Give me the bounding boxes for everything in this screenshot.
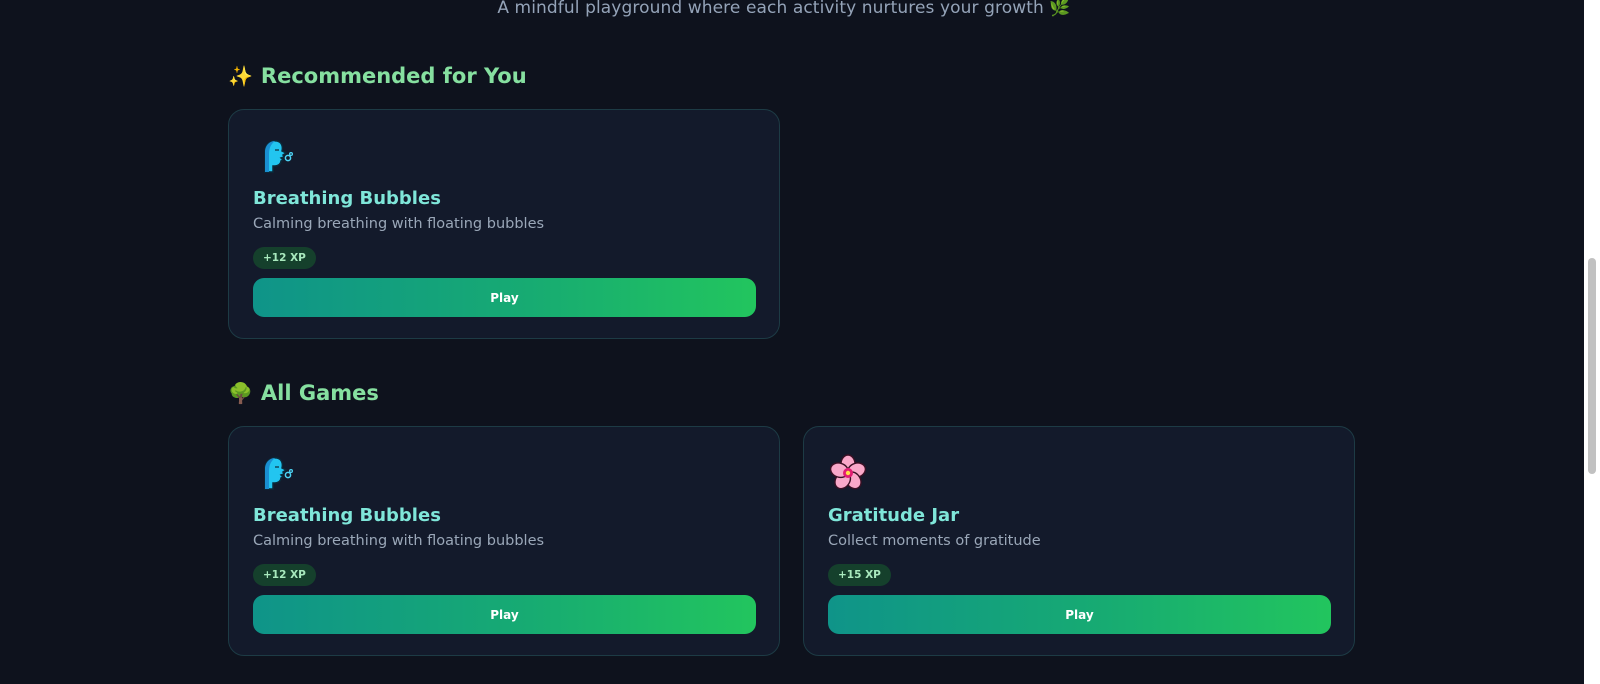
xp-badge: +15 XP [828,564,891,586]
all-games-title: All Games [260,381,379,405]
play-button[interactable]: Play [253,595,756,634]
recommended-title: Recommended for You [260,64,527,88]
person-blowing-icon [253,453,293,493]
scrollbar[interactable] [1584,0,1600,684]
game-card-breathing-bubbles: Breathing Bubbles Calming breathing with… [228,426,780,656]
game-description: Collect moments of gratitude [828,533,1041,549]
tree-icon: 🌳 [228,381,253,405]
game-card-gratitude-jar: Gratitude Jar Collect moments of gratitu… [803,426,1355,656]
xp-badge: +12 XP [253,247,316,269]
game-description: Calming breathing with floating bubbles [253,533,545,549]
game-card-breathing-bubbles-recommended: Breathing Bubbles Calming breathing with… [228,109,780,339]
game-title: Gratitude Jar [828,505,960,526]
game-title: Breathing Bubbles [253,188,441,209]
game-title: Breathing Bubbles [253,505,441,526]
person-blowing-icon [253,136,293,176]
sparkles-icon: ✨ [228,64,253,88]
game-description: Calming breathing with floating bubbles [253,216,545,232]
page: A mindful playground where each activity… [0,0,1600,684]
scrollbar-thumb[interactable] [1588,258,1596,474]
play-button[interactable]: Play [828,595,1331,634]
cherry-blossom-icon [828,453,868,493]
recommended-heading: ✨ Recommended for You [228,64,527,88]
all-games-heading: 🌳 All Games [228,381,379,405]
play-button[interactable]: Play [253,278,756,317]
page-subtitle: A mindful playground where each activity… [497,0,1071,18]
xp-badge: +12 XP [253,564,316,586]
